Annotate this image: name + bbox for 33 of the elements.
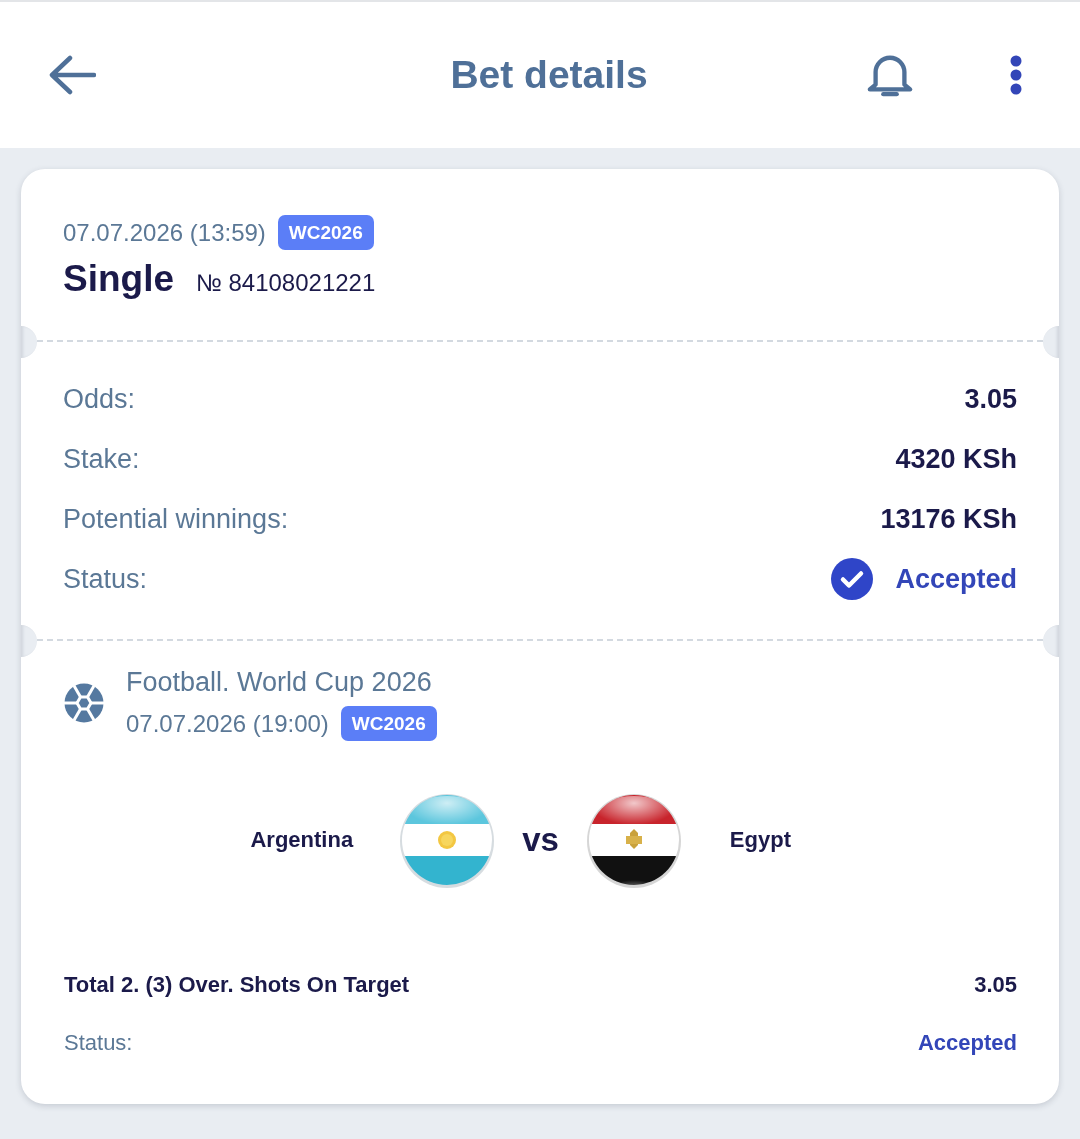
event-title: Football. World Cup 2026 [126,666,433,699]
menu-icon [1010,55,1022,95]
card-notch [21,625,37,657]
versus-label: vs [522,821,559,859]
team-name: Egypt [729,827,791,853]
status-value: Accepted [917,1029,1017,1057]
tournament-tag: WC2026 [277,215,374,250]
team-name: Argentina [250,827,354,853]
summary-label: Stake: [63,443,140,475]
summary-value: 13176 KSh [880,503,1017,535]
event-date: 07.07.2026 (19:00) [126,708,329,739]
market-name: Total 2. (3) Over. Shots On Target [64,971,410,999]
market-odds: 3.05 [974,971,1017,999]
summary-label: Status: [63,563,148,595]
summary-value: 3.05 [964,383,1017,415]
summary-label: Potential winnings: [63,503,289,535]
card-notch [1043,326,1059,358]
bet-date: 07.07.2026 (13:59) [63,217,266,248]
soccer-ball-icon [64,683,104,723]
status-label: Status: [64,1029,133,1057]
card-notch [1043,625,1059,657]
card-notch [21,326,37,358]
summary-value: 4320 KSh [895,443,1017,475]
page-title: Bet details [449,53,648,97]
tournament-tag: WC2026 [340,706,437,741]
summary-label: Odds: [63,383,136,415]
egyptian-flag-icon [585,792,682,888]
status-value: Accepted [895,563,1017,595]
argentine-flag-icon [399,792,496,888]
bet-type: Single [63,259,175,299]
back-arrow-icon [48,55,96,95]
bet-number: № 84108021221 [196,269,376,297]
check-circle-icon [831,558,874,600]
